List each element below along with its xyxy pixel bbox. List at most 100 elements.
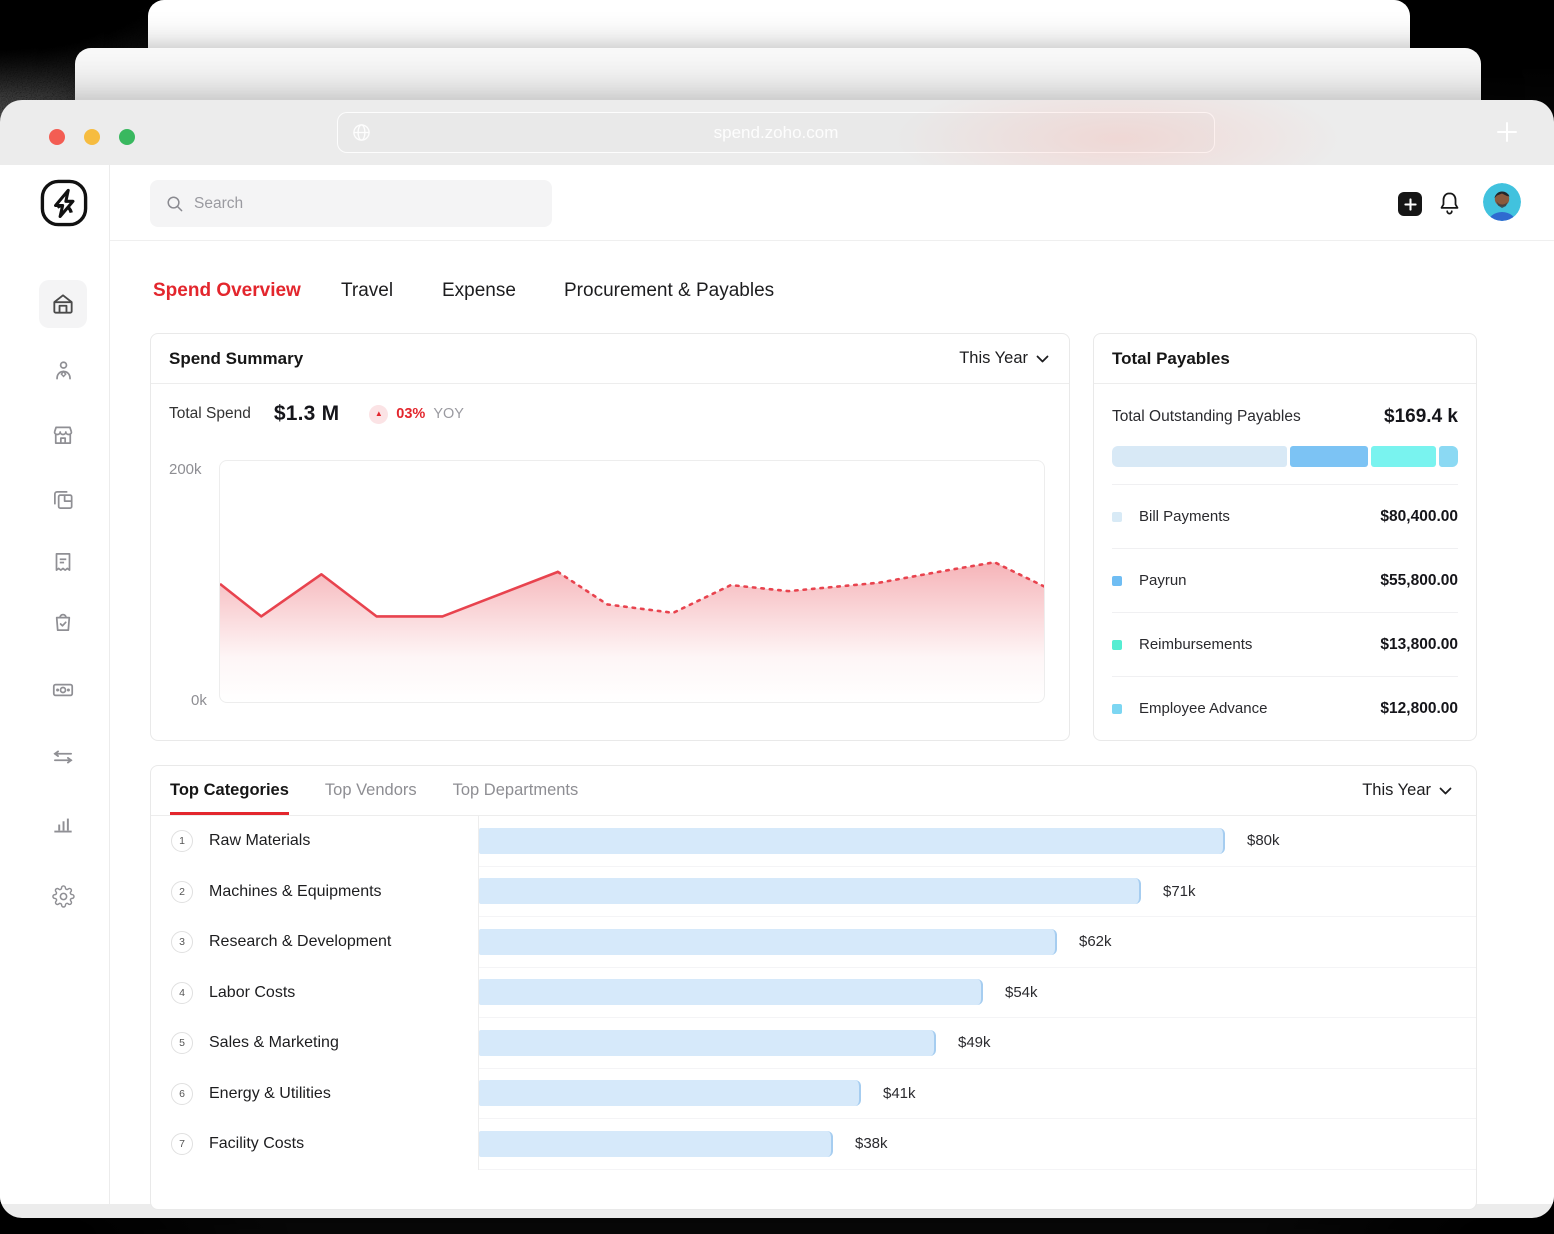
- category-cell: 5Sales & Marketing: [151, 1018, 479, 1069]
- close-window-button[interactable]: [49, 129, 65, 145]
- sidebar-item-receipts[interactable]: [39, 538, 87, 586]
- tab-expense[interactable]: Expense: [442, 280, 516, 302]
- yoy-up-arrow-icon: ▲: [369, 405, 388, 424]
- total-payables-card: Total Payables Total Outstanding Payable…: [1093, 333, 1477, 741]
- category-bar-cell: $38k: [479, 1119, 1476, 1170]
- category-bar[interactable]: [479, 878, 1141, 904]
- y-axis-tick-min: 0k: [191, 692, 207, 709]
- chevron-down-icon: [1036, 355, 1049, 363]
- category-bar-cell: $41k: [479, 1069, 1476, 1120]
- category-bar[interactable]: [479, 828, 1225, 854]
- tab-spend-overview[interactable]: Spend Overview: [153, 280, 301, 302]
- category-row[interactable]: 6Energy & Utilities$41k: [151, 1069, 1476, 1120]
- bar-value-label: $80k: [1247, 832, 1280, 849]
- rank-badge: 5: [171, 1032, 193, 1054]
- category-bar-cell: $54k: [479, 968, 1476, 1019]
- notifications-button[interactable]: [1437, 190, 1462, 222]
- payables-bar-segment[interactable]: [1290, 446, 1367, 467]
- spend-trend-chart: [219, 460, 1045, 703]
- window-controls: [49, 129, 135, 145]
- tab-top-categories[interactable]: Top Categories: [170, 766, 289, 815]
- address-bar[interactable]: spend.zoho.com: [337, 112, 1215, 153]
- category-cell: 1Raw Materials: [151, 816, 479, 867]
- bar-value-label: $49k: [958, 1034, 991, 1051]
- category-label: Research & Development: [209, 933, 391, 951]
- bar-value-label: $62k: [1079, 933, 1112, 950]
- new-tab-button[interactable]: [1494, 119, 1520, 145]
- category-bar[interactable]: [479, 929, 1057, 955]
- total-spend-label: Total Spend: [169, 405, 251, 423]
- category-label: Facility Costs: [209, 1135, 304, 1153]
- sidebar-item-cards[interactable]: [39, 476, 87, 524]
- browser-chrome: spend.zoho.com: [0, 100, 1554, 165]
- search-input[interactable]: [150, 180, 552, 227]
- sidebar-item-payments[interactable]: [39, 666, 87, 714]
- category-row[interactable]: 5Sales & Marketing $49k: [151, 1018, 1476, 1069]
- cards-icon: [50, 487, 76, 513]
- minimize-window-button[interactable]: [84, 129, 100, 145]
- spend-summary-card: Spend Summary This Year Total Spend $1.3…: [150, 333, 1070, 741]
- bag-check-icon: [50, 609, 76, 635]
- category-bar[interactable]: [479, 979, 983, 1005]
- payables-bar-segment[interactable]: [1439, 446, 1458, 467]
- category-row[interactable]: 1Raw Materials $80k: [151, 816, 1476, 867]
- period-value: This Year: [1362, 781, 1431, 800]
- bell-icon: [1437, 190, 1462, 217]
- category-cell: 3Research & Development: [151, 917, 479, 968]
- categories-period-dropdown[interactable]: This Year: [1362, 781, 1452, 800]
- category-bar[interactable]: [479, 1131, 833, 1157]
- legend-value: $55,800.00: [1380, 572, 1458, 590]
- tab-procurement-payables[interactable]: Procurement & Payables: [564, 280, 774, 302]
- quick-add-button[interactable]: [1398, 192, 1422, 216]
- legend-swatch: [1112, 576, 1122, 586]
- sidebar-item-store[interactable]: [39, 411, 87, 459]
- category-cell: 2Machines & Equipments: [151, 867, 479, 918]
- legend-swatch: [1112, 704, 1122, 714]
- bar-value-label: $54k: [1005, 984, 1038, 1001]
- spend-period-dropdown[interactable]: This Year: [959, 349, 1049, 368]
- rank-badge: 2: [171, 881, 193, 903]
- sidebar-item-transfers[interactable]: [39, 733, 87, 781]
- category-label: Energy & Utilities: [209, 1085, 331, 1103]
- legend-label: Bill Payments: [1139, 508, 1380, 525]
- category-row[interactable]: 7Facility Costs$38k: [151, 1119, 1476, 1170]
- url-text: spend.zoho.com: [338, 113, 1214, 152]
- payables-stacked-bar: [1112, 446, 1458, 467]
- app-canvas: Spend Overview Travel Expense Procuremen…: [0, 165, 1554, 1204]
- home-icon: [50, 291, 76, 317]
- money-icon: [50, 677, 76, 703]
- tab-travel[interactable]: Travel: [341, 280, 393, 302]
- sidebar-item-home[interactable]: [39, 280, 87, 328]
- sidebar-item-settings[interactable]: [39, 872, 87, 920]
- spend-summary-header: Spend Summary This Year: [151, 334, 1069, 384]
- payables-legend-row: Bill Payments$80,400.00: [1112, 484, 1458, 548]
- category-bar-cell: $80k: [479, 816, 1476, 867]
- category-row[interactable]: 3Research & Development $62k: [151, 917, 1476, 968]
- outstanding-label: Total Outstanding Payables: [1112, 408, 1301, 426]
- sidebar: [0, 165, 110, 1204]
- category-bar[interactable]: [479, 1030, 936, 1056]
- zoom-window-button[interactable]: [119, 129, 135, 145]
- sidebar-item-reports[interactable]: [39, 800, 87, 848]
- period-value: This Year: [959, 349, 1028, 368]
- payables-legend: Bill Payments$80,400.00Payrun$55,800.00R…: [1112, 484, 1458, 740]
- payables-bar-segment[interactable]: [1112, 446, 1287, 467]
- sidebar-item-users[interactable]: [39, 346, 87, 394]
- app-logo[interactable]: [37, 176, 91, 230]
- total-payables-header: Total Payables: [1094, 334, 1476, 384]
- search-field: [150, 180, 552, 227]
- search-icon: [165, 194, 184, 213]
- plus-icon: [1495, 120, 1519, 144]
- category-row[interactable]: 2Machines & Equipments$71k: [151, 867, 1476, 918]
- category-row[interactable]: 4Labor Costs$54k: [151, 968, 1476, 1019]
- tab-top-departments[interactable]: Top Departments: [453, 766, 579, 815]
- legend-value: $13,800.00: [1380, 636, 1458, 654]
- store-icon: [50, 422, 76, 448]
- category-tabs: Top Categories Top Vendors Top Departmen…: [170, 766, 578, 815]
- user-avatar[interactable]: [1483, 183, 1521, 221]
- category-bar[interactable]: [479, 1080, 861, 1106]
- category-cell: 6Energy & Utilities: [151, 1069, 479, 1120]
- payables-bar-segment[interactable]: [1371, 446, 1436, 467]
- sidebar-item-purchases[interactable]: [39, 598, 87, 646]
- tab-top-vendors[interactable]: Top Vendors: [325, 766, 417, 815]
